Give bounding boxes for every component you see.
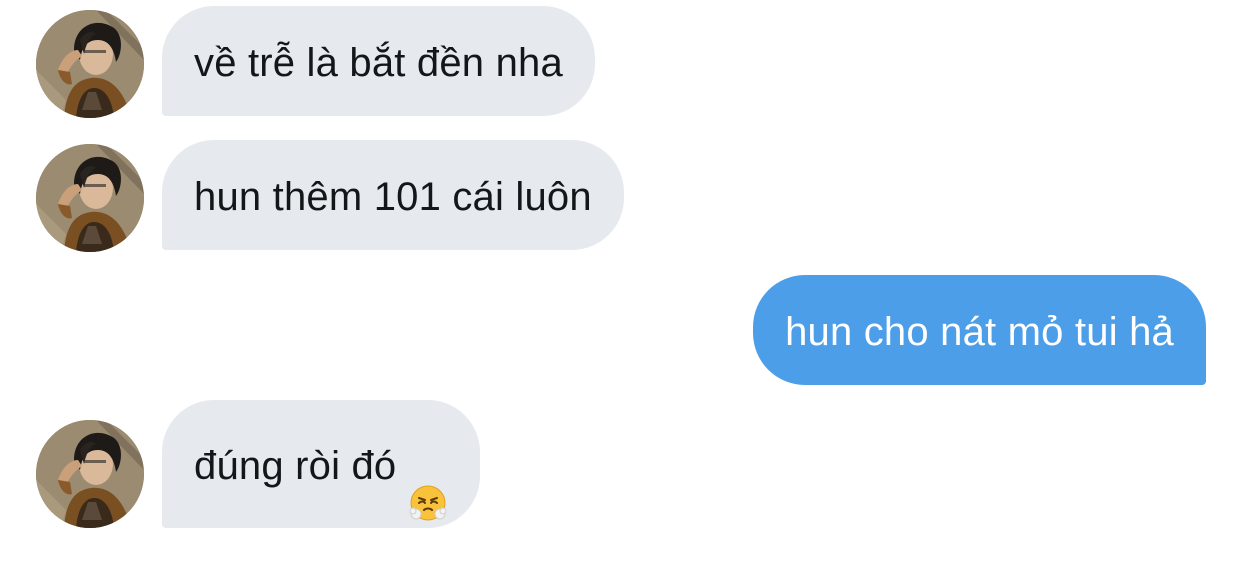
- incoming-message-bubble[interactable]: về trễ là bắt đền nha: [162, 6, 595, 116]
- incoming-message-bubble[interactable]: hun thêm 101 cái luôn: [162, 140, 624, 250]
- message-text: hun cho nát mỏ tui hả: [785, 310, 1174, 355]
- incoming-message-bubble[interactable]: đúng ròi đó: [162, 400, 481, 528]
- face-with-steam-from-nose-emoji-icon: [408, 446, 448, 486]
- message-text: đúng ròi đó: [194, 444, 397, 489]
- message-text: hun thêm 101 cái luôn: [194, 175, 592, 220]
- avatar[interactable]: [36, 10, 144, 118]
- avatar[interactable]: [36, 144, 144, 252]
- profile-photo-icon: [36, 420, 144, 528]
- outgoing-message-bubble[interactable]: hun cho nát mỏ tui hả: [753, 275, 1206, 385]
- message-text: về trễ là bắt đền nha: [194, 41, 563, 86]
- avatar[interactable]: [36, 420, 144, 528]
- profile-photo-icon: [36, 10, 144, 118]
- profile-photo-icon: [36, 144, 144, 252]
